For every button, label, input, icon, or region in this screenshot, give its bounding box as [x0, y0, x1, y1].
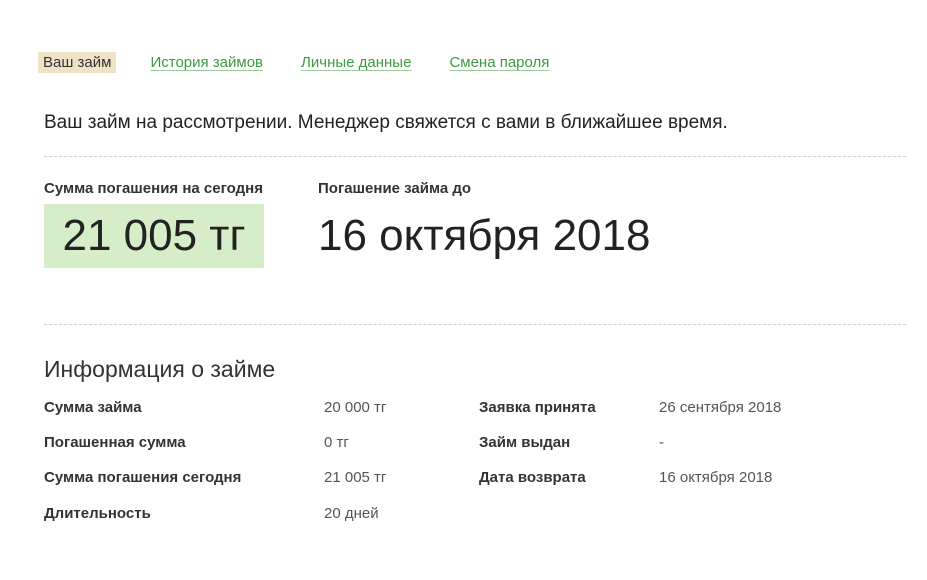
- tab-personal-data[interactable]: Личные данные: [301, 52, 411, 73]
- duration-value: 20 дней: [324, 505, 379, 522]
- loan-amount-value: 20 000 тг: [324, 399, 387, 416]
- tab-loan-history[interactable]: История займов: [150, 52, 263, 73]
- account-nav: Ваш займ История займов Личные данные См…: [38, 52, 587, 73]
- loan-issued-label: Займ выдан: [479, 434, 571, 451]
- due-date-value: 16 октября 2018: [318, 211, 651, 260]
- loan-amount-label: Сумма займа: [44, 399, 142, 416]
- application-accepted-value: 26 сентября 2018: [659, 399, 782, 416]
- status-message: Ваш займ на рассмотрении. Менеджер свяже…: [44, 112, 728, 133]
- repaid-amount-value: 0 тг: [324, 434, 349, 451]
- repay-today-row-value: 21 005 тг: [324, 469, 387, 486]
- divider-bottom: [44, 324, 906, 325]
- application-accepted-label: Заявка принята: [479, 399, 596, 416]
- repay-today-value: 21 005 тг: [44, 204, 264, 268]
- duration-label: Длительность: [44, 505, 151, 522]
- tab-change-password[interactable]: Смена пароля: [449, 52, 549, 73]
- loan-info-title: Информация о займе: [44, 356, 276, 382]
- repay-today-row-label: Сумма погашения сегодня: [44, 469, 242, 486]
- tab-your-loan[interactable]: Ваш займ: [38, 52, 117, 73]
- loan-issued-value: -: [659, 434, 664, 451]
- repaid-amount-label: Погашенная сумма: [44, 434, 186, 451]
- divider-top: [44, 156, 906, 157]
- repay-today-label: Сумма погашения на сегодня: [44, 180, 263, 197]
- return-date-value: 16 октября 2018: [659, 469, 773, 486]
- due-date-label: Погашение займа до: [318, 180, 472, 197]
- return-date-label: Дата возврата: [479, 469, 586, 486]
